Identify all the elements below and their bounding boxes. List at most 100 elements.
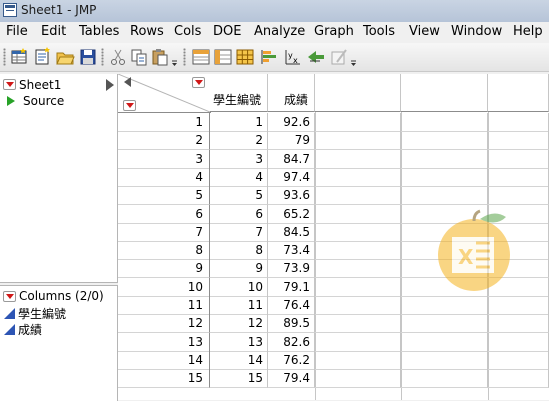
toolbar-overflow-icon[interactable] <box>171 59 178 67</box>
cell-score[interactable]: 93.6 <box>268 186 315 205</box>
cell-student-id[interactable]: 7 <box>210 223 268 242</box>
row-number[interactable]: 9 <box>118 259 210 278</box>
fit-y-by-x-icon[interactable]: yx <box>283 47 303 67</box>
rows-header-red-triangle[interactable] <box>123 100 136 111</box>
cell-empty[interactable] <box>488 168 549 187</box>
distribution-icon[interactable] <box>260 47 280 67</box>
cell-student-id[interactable]: 13 <box>210 333 268 352</box>
cell-score[interactable]: 84.7 <box>268 150 315 169</box>
cell-empty[interactable] <box>488 314 549 333</box>
cell-empty[interactable] <box>401 314 488 333</box>
source-script[interactable]: Source <box>23 94 64 108</box>
row-number[interactable]: 10 <box>118 278 210 297</box>
cell-empty[interactable] <box>401 333 488 352</box>
row-number[interactable]: 11 <box>118 296 210 315</box>
table-panel-icon[interactable] <box>213 47 233 67</box>
cell-empty[interactable] <box>315 168 401 187</box>
cell-empty[interactable] <box>315 113 401 132</box>
toolbar-grip[interactable] <box>3 48 6 66</box>
cell-score[interactable]: 82.6 <box>268 333 315 352</box>
cell-score[interactable]: 89.5 <box>268 314 315 333</box>
menu-analyze[interactable]: Analyze <box>254 24 305 39</box>
column-header-score[interactable]: 成績 <box>268 74 315 112</box>
menu-help[interactable]: Help <box>513 24 543 39</box>
cell-student-id[interactable]: 5 <box>210 186 268 205</box>
column-header-empty[interactable] <box>488 74 549 112</box>
cell-empty[interactable] <box>401 131 488 150</box>
row-number[interactable]: 13 <box>118 333 210 352</box>
cell-empty[interactable] <box>315 131 401 150</box>
menu-tools[interactable]: Tools <box>363 24 395 39</box>
copy-icon[interactable] <box>129 47 149 67</box>
cell-empty[interactable] <box>401 113 488 132</box>
cell-empty[interactable] <box>488 113 549 132</box>
cut-icon[interactable] <box>108 47 128 67</box>
cell-student-id[interactable]: 15 <box>210 369 268 388</box>
toolbar-overflow-icon[interactable] <box>350 59 357 67</box>
cell-empty[interactable] <box>315 351 401 370</box>
cell-empty[interactable] <box>315 186 401 205</box>
row-number[interactable]: 5 <box>118 186 210 205</box>
cell-student-id[interactable]: 14 <box>210 351 268 370</box>
cell-empty[interactable] <box>315 314 401 333</box>
column-item[interactable]: 成績 <box>18 321 42 338</box>
cell-empty[interactable] <box>401 369 488 388</box>
table-menu-red-triangle[interactable] <box>3 79 16 90</box>
cell-student-id[interactable]: 4 <box>210 168 268 187</box>
row-number[interactable]: 4 <box>118 168 210 187</box>
cell-student-id[interactable]: 2 <box>210 131 268 150</box>
cell-empty[interactable] <box>401 186 488 205</box>
column-item[interactable]: 學生編號 <box>18 305 66 322</box>
cell-empty[interactable] <box>401 351 488 370</box>
cell-score[interactable]: 79.4 <box>268 369 315 388</box>
cell-score[interactable]: 97.4 <box>268 168 315 187</box>
cell-empty[interactable] <box>315 296 401 315</box>
collapse-panel-icon[interactable] <box>106 79 114 91</box>
cell-empty[interactable] <box>315 369 401 388</box>
cell-student-id[interactable]: 3 <box>210 150 268 169</box>
row-number[interactable]: 14 <box>118 351 210 370</box>
menu-edit[interactable]: Edit <box>41 24 66 39</box>
cell-empty[interactable] <box>315 333 401 352</box>
cell-empty[interactable] <box>401 296 488 315</box>
column-selector-icon[interactable] <box>124 77 131 87</box>
cell-score[interactable]: 79 <box>268 131 315 150</box>
cell-score[interactable]: 84.5 <box>268 223 315 242</box>
cell-score[interactable]: 76.4 <box>268 296 315 315</box>
row-number[interactable]: 2 <box>118 131 210 150</box>
fit-model-icon[interactable] <box>306 47 326 67</box>
cell-empty[interactable] <box>488 296 549 315</box>
cell-score[interactable]: 73.9 <box>268 259 315 278</box>
column-header-student-id[interactable]: 學生編號 <box>210 74 268 112</box>
row-number[interactable]: 1 <box>118 113 210 132</box>
menu-tables[interactable]: Tables <box>79 24 119 39</box>
cell-student-id[interactable]: 8 <box>210 241 268 260</box>
paste-icon[interactable] <box>150 47 170 67</box>
cell-empty[interactable] <box>488 186 549 205</box>
cell-score[interactable]: 73.4 <box>268 241 315 260</box>
cell-score[interactable]: 92.6 <box>268 113 315 132</box>
column-header-empty[interactable] <box>315 74 401 112</box>
menu-window[interactable]: Window <box>451 24 502 39</box>
menu-view[interactable]: View <box>409 24 440 39</box>
cell-empty[interactable] <box>315 150 401 169</box>
grid-icon[interactable] <box>235 47 255 67</box>
cell-empty[interactable] <box>488 333 549 352</box>
cell-student-id[interactable]: 6 <box>210 205 268 224</box>
new-script-icon[interactable] <box>32 47 52 67</box>
cell-score[interactable]: 65.2 <box>268 205 315 224</box>
toolbar-grip[interactable] <box>101 48 104 66</box>
cell-score[interactable]: 76.2 <box>268 351 315 370</box>
row-number[interactable]: 15 <box>118 369 210 388</box>
cell-empty[interactable] <box>315 223 401 242</box>
cell-empty[interactable] <box>315 205 401 224</box>
menu-doe[interactable]: DOE <box>213 24 241 39</box>
menu-rows[interactable]: Rows <box>130 24 164 39</box>
row-number[interactable]: 12 <box>118 314 210 333</box>
row-number[interactable]: 8 <box>118 241 210 260</box>
toolbar-grip[interactable] <box>183 48 186 66</box>
cell-student-id[interactable]: 10 <box>210 278 268 297</box>
cell-empty[interactable] <box>315 241 401 260</box>
cell-student-id[interactable]: 11 <box>210 296 268 315</box>
data-table-list-icon[interactable] <box>191 47 211 67</box>
